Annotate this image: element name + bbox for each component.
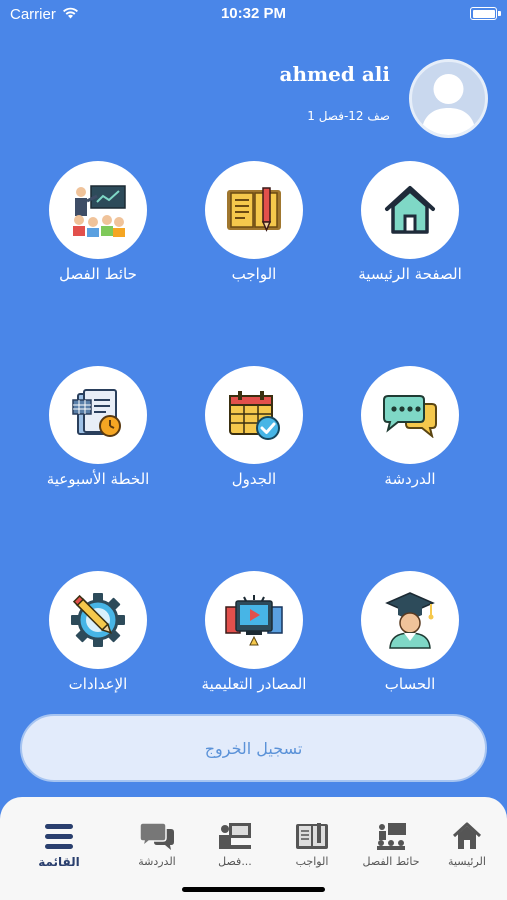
nav-item-menu-label: القائمة — [38, 855, 80, 869]
tile-schedule-circle — [205, 366, 303, 464]
chat-icon — [139, 822, 174, 850]
nav-item-homework[interactable]: الواجب — [273, 821, 351, 873]
graduate-icon — [385, 592, 435, 649]
nav-item-home[interactable]: الرئيسية — [428, 821, 506, 873]
tile-class-wall-label: حائط الفصل — [59, 265, 137, 283]
tile-account[interactable]: الحساب — [330, 571, 490, 711]
tile-chat-circle — [361, 366, 459, 464]
homework-book-icon — [227, 187, 281, 232]
tile-homework[interactable]: الواجب — [174, 161, 334, 301]
nav-item-homework-label: الواجب — [295, 855, 329, 868]
status-time: 10:32 PM — [220, 5, 287, 22]
settings-gear-icon — [71, 593, 125, 647]
logout-button[interactable]: تسجيل الخروج — [20, 714, 487, 782]
nav-item-chat-label: الدردشة — [138, 855, 176, 868]
nav-item-virtual-class-label: فصل... — [218, 855, 252, 868]
tile-chat-label: الدردشة — [384, 470, 436, 488]
tile-learning-resources-circle — [205, 571, 303, 669]
tile-homework-label: الواجب — [231, 265, 277, 283]
battery-icon — [470, 7, 501, 20]
tile-chat[interactable]: الدردشة — [330, 366, 490, 506]
book-icon — [296, 823, 328, 849]
weekly-plan-icon — [72, 389, 121, 437]
user-silhouette-icon — [421, 74, 476, 135]
nav-item-class-wall-label: حائط الفصل — [362, 855, 420, 868]
virtual-class-icon — [219, 823, 251, 849]
home-icon — [385, 186, 435, 234]
home-indicator[interactable] — [182, 887, 325, 892]
tile-settings-circle — [49, 571, 147, 669]
nav-item-chat[interactable]: الدردشة — [118, 821, 196, 873]
tile-home-circle — [361, 161, 459, 259]
home-icon — [452, 822, 482, 849]
tile-home-label: الصفحة الرئيسية — [358, 265, 462, 283]
profile-name: ahmed ali — [279, 62, 391, 86]
classroom-icon — [73, 185, 126, 237]
chat-icon — [383, 395, 437, 438]
status-bar: Carrier 10:32 PM — [0, 0, 507, 30]
calendar-icon — [229, 391, 280, 440]
tile-class-wall[interactable]: حائط الفصل — [18, 161, 178, 301]
tile-class-wall-circle — [49, 161, 147, 259]
bottom-navigation: الرئيسية حائط الفصل الواجب فصل... الدردش… — [0, 797, 507, 900]
tile-account-label: الحساب — [384, 675, 436, 693]
avatar[interactable] — [409, 59, 488, 138]
tile-schedule-label: الجدول — [231, 470, 277, 488]
tile-home[interactable]: الصفحة الرئيسية — [330, 161, 490, 301]
tile-schedule[interactable]: الجدول — [174, 366, 334, 506]
nav-item-menu[interactable]: القائمة — [20, 821, 98, 873]
nav-item-class-wall[interactable]: حائط الفصل — [352, 821, 430, 873]
tile-weekly-plan-label: الخطة الأسبوعية — [46, 470, 150, 488]
menu-icon — [45, 824, 73, 849]
profile-class-info: صف 12-فصل 1 — [307, 109, 390, 123]
tile-account-circle — [361, 571, 459, 669]
nav-item-virtual-class[interactable]: فصل... — [196, 821, 274, 873]
tile-learning-resources[interactable]: المصادر التعليمية — [174, 571, 334, 711]
tile-weekly-plan[interactable]: الخطة الأسبوعية — [18, 366, 178, 506]
app-screen: Carrier 10:32 PM ahmed ali صف 12-فصل 1 ا… — [0, 0, 507, 900]
tile-weekly-plan-circle — [49, 366, 147, 464]
classroom-icon — [377, 823, 406, 850]
tile-homework-circle — [205, 161, 303, 259]
learning-resources-icon — [225, 595, 283, 646]
tile-settings-label: الإعدادات — [68, 675, 128, 693]
nav-item-home-label: الرئيسية — [448, 855, 486, 868]
tile-learning-resources-label: المصادر التعليمية — [201, 675, 307, 693]
tile-settings[interactable]: الإعدادات — [18, 571, 178, 711]
